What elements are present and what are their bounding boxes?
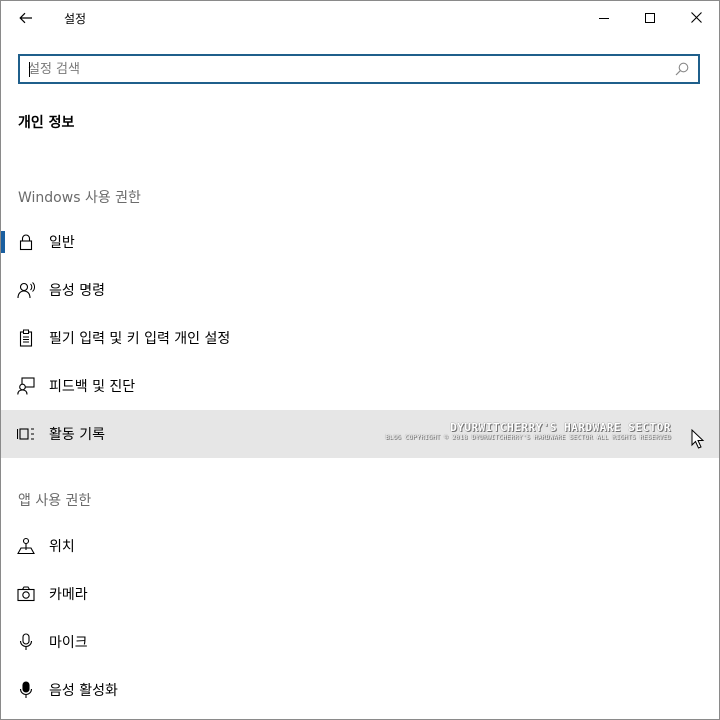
clipboard-icon	[17, 329, 35, 347]
nav-item-activity-history[interactable]: 활동 기록 DYURWITCHERRY'S HARDWARE SECTOR BL…	[1, 410, 719, 458]
camera-icon	[17, 585, 35, 603]
mouse-cursor-icon	[691, 429, 705, 449]
nav-item-camera[interactable]: 카메라	[1, 570, 719, 618]
nav-item-label: 음성 활성화	[49, 683, 118, 699]
maximize-icon	[645, 12, 655, 23]
nav-item-label: 활동 기록	[49, 427, 105, 443]
minimize-icon	[599, 13, 609, 23]
settings-window: 설정 개인 정보 Windows 사용 권한 일반	[0, 0, 720, 720]
watermark-copyright: BLOG COPYRIGHT © 2018 DYURWITCHERRY'S HA…	[385, 434, 671, 441]
arrow-left-icon	[19, 12, 33, 24]
nav-item-location[interactable]: 위치	[1, 522, 719, 570]
lock-icon	[17, 233, 35, 251]
close-button[interactable]	[673, 1, 719, 34]
activity-timeline-icon	[17, 425, 35, 443]
back-button[interactable]	[9, 3, 43, 33]
microphone-icon	[17, 633, 35, 651]
nav-item-speech[interactable]: 음성 명령	[1, 266, 719, 314]
window-title: 설정	[64, 12, 87, 26]
close-icon	[690, 12, 702, 23]
nav-item-label: 마이크	[49, 635, 88, 651]
text-caret	[29, 62, 30, 77]
location-icon	[17, 537, 35, 555]
nav-item-label: 음성 명령	[49, 283, 105, 299]
nav-item-general[interactable]: 일반	[1, 218, 719, 266]
section-header-app-permissions: 앱 사용 권한	[18, 493, 92, 509]
nav-item-label: 피드백 및 진단	[49, 379, 136, 395]
microphone-filled-icon	[17, 681, 35, 699]
nav-item-label: 카메라	[49, 587, 88, 603]
nav-item-voice-activation[interactable]: 음성 활성화	[1, 666, 719, 714]
maximize-button[interactable]	[627, 1, 673, 34]
nav-item-feedback-diagnostics[interactable]: 피드백 및 진단	[1, 362, 719, 410]
search-icon[interactable]	[675, 62, 689, 76]
watermark-title: DYURWITCHERRY'S HARDWARE SECTOR	[450, 421, 671, 434]
nav-item-microphone[interactable]: 마이크	[1, 618, 719, 666]
watermark: DYURWITCHERRY'S HARDWARE SECTOR BLOG COP…	[385, 421, 671, 441]
nav-item-label: 위치	[49, 539, 75, 555]
minimize-button[interactable]	[581, 1, 627, 34]
nav-item-label: 일반	[49, 235, 75, 251]
nav-item-label: 필기 입력 및 키 입력 개인 설정	[49, 331, 231, 347]
search-input[interactable]	[28, 56, 668, 82]
title-bar[interactable]: 설정	[1, 1, 719, 35]
nav-item-inking-typing[interactable]: 필기 입력 및 키 입력 개인 설정	[1, 314, 719, 362]
speech-person-icon	[17, 281, 35, 299]
page-title: 개인 정보	[18, 115, 75, 131]
search-box[interactable]	[18, 54, 700, 84]
feedback-person-icon	[17, 377, 35, 395]
section-header-windows-permissions: Windows 사용 권한	[18, 190, 141, 206]
